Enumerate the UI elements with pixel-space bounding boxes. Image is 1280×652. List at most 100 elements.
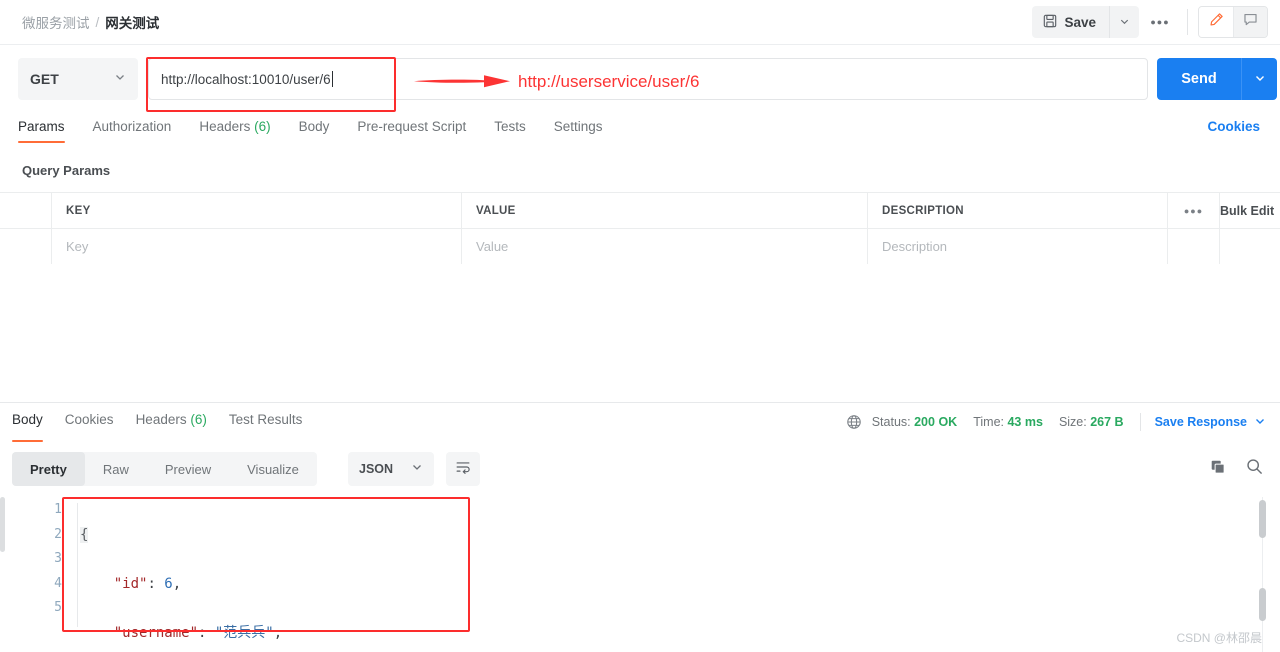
response-tab-test-results-label: Test Results (228, 412, 303, 427)
save-button-label: Save (1064, 14, 1096, 30)
json-open-brace: { (80, 526, 89, 543)
ellipsis-icon: ●●● (1150, 17, 1170, 27)
save-button-group: Save (1032, 6, 1139, 38)
response-body-toolbar: Pretty Raw Preview Visualize JSON (0, 452, 1280, 488)
json-value-username: "范兵兵" (214, 624, 274, 641)
response-tab-body[interactable]: Body (12, 410, 43, 442)
comments-button[interactable] (1233, 7, 1267, 37)
view-preview-button[interactable]: Preview (147, 452, 229, 486)
line-number: 4 (54, 575, 62, 591)
table-more-button[interactable]: ●●● (1168, 193, 1220, 228)
code-line-3: "username": "范兵兵", (80, 621, 307, 646)
breadcrumb-current: 网关测试 (105, 16, 160, 31)
time-badge: Time: 43 ms (973, 415, 1043, 429)
query-params-table: KEY VALUE DESCRIPTION ●●● Bulk Edit Key … (0, 192, 1280, 265)
more-actions-button[interactable]: ●●● (1143, 6, 1177, 38)
line-number: 2 (54, 526, 62, 542)
code-fold-rail (77, 503, 78, 627)
json-value-id: 6 (164, 575, 173, 592)
body-format-value: JSON (359, 462, 394, 476)
body-right-icons (1209, 457, 1264, 481)
globe-icon[interactable] (846, 414, 862, 430)
key-input-placeholder: Key (66, 239, 89, 254)
chevron-down-icon (114, 70, 126, 88)
table-row[interactable]: Key Value Description (0, 229, 1280, 265)
left-scrollbar-thumb[interactable] (0, 497, 5, 552)
view-visualize-button[interactable]: Visualize (229, 452, 317, 486)
tab-authorization[interactable]: Authorization (93, 117, 172, 143)
response-tab-cookies[interactable]: Cookies (65, 410, 114, 442)
breadcrumb-parent[interactable]: 微服务测试 (22, 12, 90, 32)
view-pretty-button[interactable]: Pretty (12, 452, 85, 486)
tab-params[interactable]: Params (18, 117, 65, 143)
header-key-cell: KEY (52, 193, 462, 228)
view-raw-button[interactable]: Raw (85, 452, 147, 486)
save-button[interactable]: Save (1032, 6, 1109, 38)
wrap-lines-button[interactable] (446, 452, 480, 486)
json-key-username: "username" (113, 624, 199, 641)
header-value-label: VALUE (476, 204, 516, 217)
chevron-down-icon (1254, 415, 1266, 430)
save-options-button[interactable] (1109, 6, 1139, 38)
edit-mode-button[interactable] (1199, 7, 1233, 37)
send-button[interactable]: Send (1157, 58, 1241, 100)
url-input-value: http://localhost:10010/user/6 (161, 71, 331, 87)
send-button-group: Send (1157, 58, 1277, 100)
row-key-cell[interactable]: Key (52, 229, 462, 264)
tab-body[interactable]: Body (299, 117, 330, 143)
json-key-id: "id" (113, 575, 148, 592)
save-response-button[interactable]: Save Response (1155, 415, 1266, 430)
tab-tests[interactable]: Tests (494, 117, 526, 143)
status-label: Status: (871, 415, 911, 429)
request-tabs: Params Authorization Headers (6) Body Pr… (0, 117, 1280, 153)
tab-headers-label: Headers (199, 119, 251, 134)
http-method-select[interactable]: GET (18, 58, 138, 100)
row-checkbox-cell[interactable] (0, 229, 52, 264)
top-bar: 微服务测试 / 网关测试 Save ●●● (0, 0, 1280, 45)
value-input-placeholder: Value (476, 239, 509, 254)
pane-divider[interactable] (0, 402, 1280, 403)
row-description-cell[interactable]: Description (868, 229, 1168, 264)
tab-pre-request-script[interactable]: Pre-request Script (357, 117, 466, 143)
table-header-row: KEY VALUE DESCRIPTION ●●● Bulk Edit (0, 193, 1280, 229)
cookies-link[interactable]: Cookies (1207, 119, 1260, 134)
save-response-label: Save Response (1154, 415, 1247, 429)
size-badge: Size: 267 B (1059, 415, 1124, 429)
json-comma: , (273, 624, 283, 641)
pencil-icon (1208, 11, 1225, 33)
copy-icon[interactable] (1209, 458, 1227, 481)
response-tab-cookies-label: Cookies (64, 412, 114, 427)
send-options-button[interactable] (1241, 58, 1277, 100)
tab-settings[interactable]: Settings (554, 117, 603, 143)
right-scrollbar-thumb-bottom[interactable] (1259, 588, 1266, 621)
row-value-cell[interactable]: Value (462, 229, 868, 264)
annotation-url-text: http://userservice/user/6 (518, 72, 700, 91)
right-scrollbar-thumb-top[interactable] (1259, 500, 1266, 538)
response-meta: Status: 200 OK Time: 43 ms Size: 267 B S… (846, 413, 1266, 431)
time-label: Time: (973, 415, 1004, 429)
search-icon[interactable] (1245, 457, 1264, 481)
body-view-segment: Pretty Raw Preview Visualize (12, 452, 317, 486)
response-tab-test-results[interactable]: Test Results (229, 410, 303, 442)
response-tab-headers[interactable]: Headers (6) (136, 410, 207, 442)
header-value-cell: VALUE (462, 193, 868, 228)
line-number: 5 (54, 600, 62, 615)
tab-pre-request-script-label: Pre-request Script (357, 119, 467, 134)
wrap-lines-icon (454, 458, 472, 481)
response-body-code[interactable]: 1 2 3 4 5 { "id": 6, "username": "范兵兵", … (0, 493, 1280, 652)
size-label: Size: (1058, 415, 1087, 429)
response-tab-headers-label: Headers (135, 412, 187, 427)
bulk-edit-button[interactable]: Bulk Edit (1220, 204, 1274, 218)
status-badge: Status: 200 OK (872, 415, 958, 429)
json-colon: : (147, 575, 165, 592)
size-value: 267 B (1090, 415, 1124, 429)
view-toggle-group (1198, 6, 1268, 38)
body-format-select[interactable]: JSON (348, 452, 435, 486)
tab-headers[interactable]: Headers (6) (199, 117, 270, 143)
chevron-down-icon (1119, 15, 1130, 30)
top-actions: Save ●●● (1032, 6, 1268, 38)
bulk-edit-cell: Bulk Edit (1220, 193, 1280, 228)
response-tab-headers-count: (6) (190, 412, 207, 427)
